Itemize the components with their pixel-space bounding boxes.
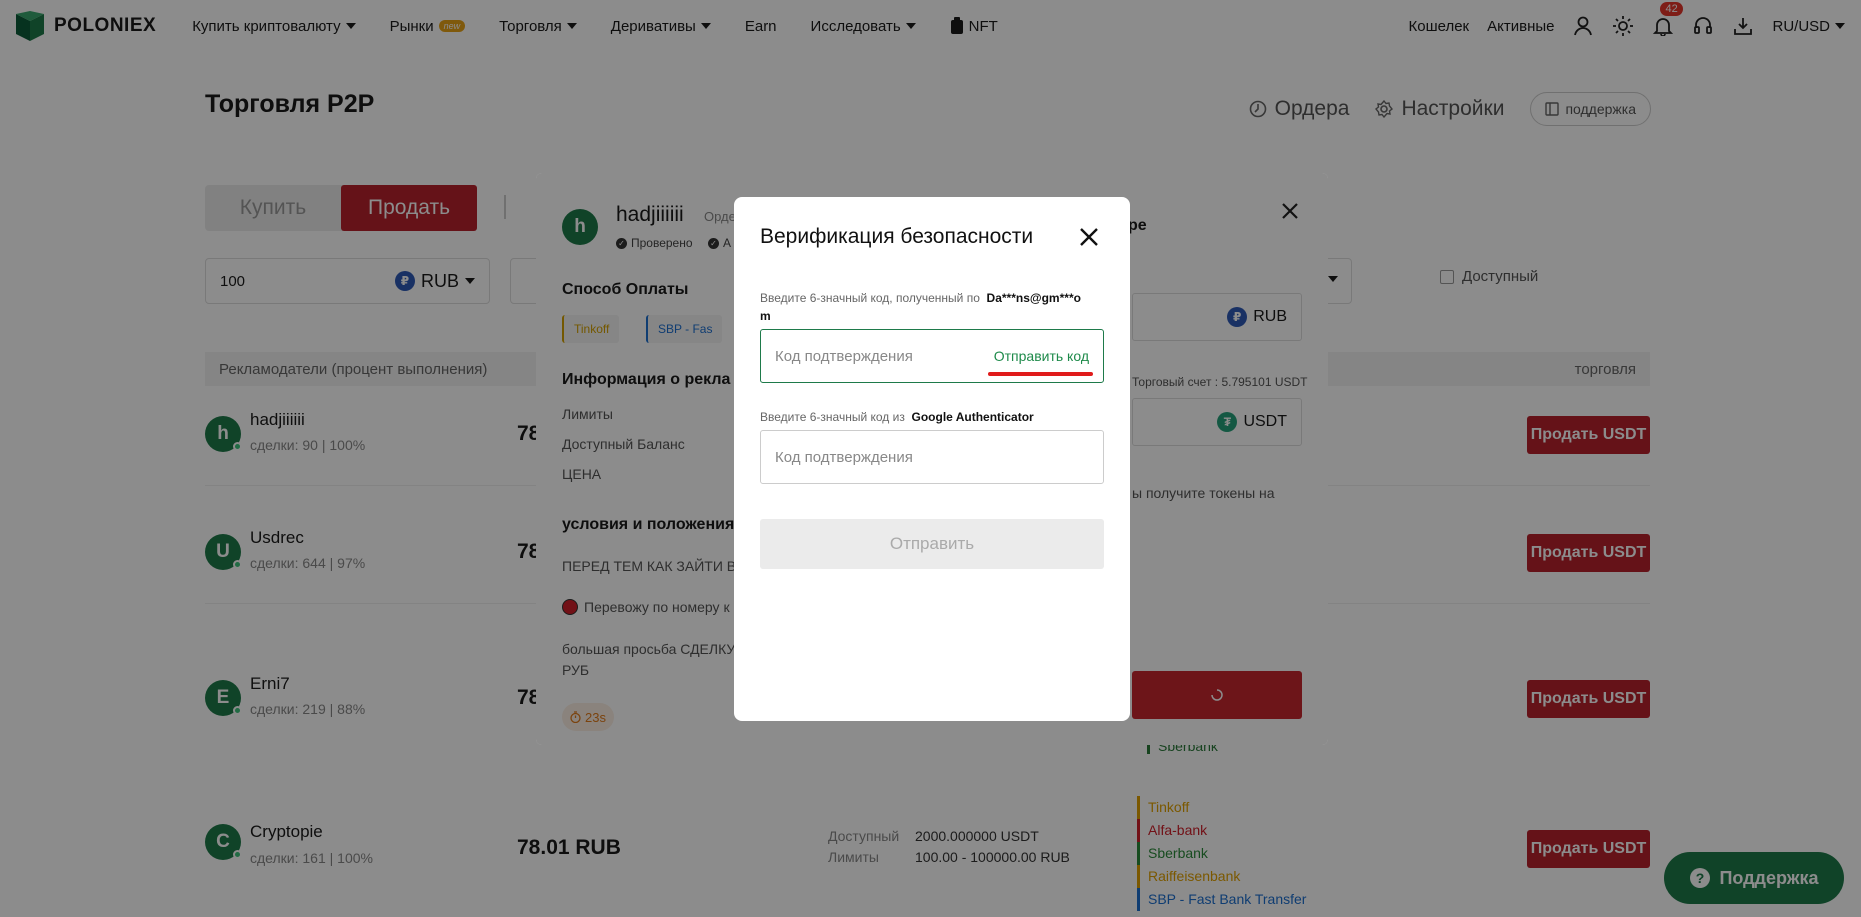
google-code-label: Введите 6-значный код из Google Authenti… <box>760 408 1100 426</box>
modal-title: Верификация безопасности <box>760 225 1034 248</box>
send-code-label: Отправить код <box>993 348 1089 364</box>
google-code-field[interactable] <box>760 430 1104 484</box>
red-underline-annotation <box>987 372 1093 376</box>
send-code-link[interactable]: Отправить код <box>987 348 1093 376</box>
masked-email-wrap: m <box>760 309 771 323</box>
masked-email: Da***ns@gm***o <box>986 291 1081 305</box>
submit-button[interactable]: Отправить <box>760 519 1104 569</box>
authenticator-name: Google Authenticator <box>911 410 1034 424</box>
email-code-input[interactable] <box>775 347 994 365</box>
close-icon[interactable] <box>1078 226 1100 248</box>
security-verification-modal: Верификация безопасности Введите 6-значн… <box>734 197 1130 721</box>
label-text: Введите 6-значный код из <box>760 410 905 424</box>
label-text: Введите 6-значный код, полученный по <box>760 291 980 305</box>
google-code-input[interactable] <box>775 448 1089 466</box>
email-code-label: Введите 6-значный код, полученный по Da*… <box>760 289 1100 325</box>
email-code-field[interactable]: Отправить код <box>760 329 1104 383</box>
